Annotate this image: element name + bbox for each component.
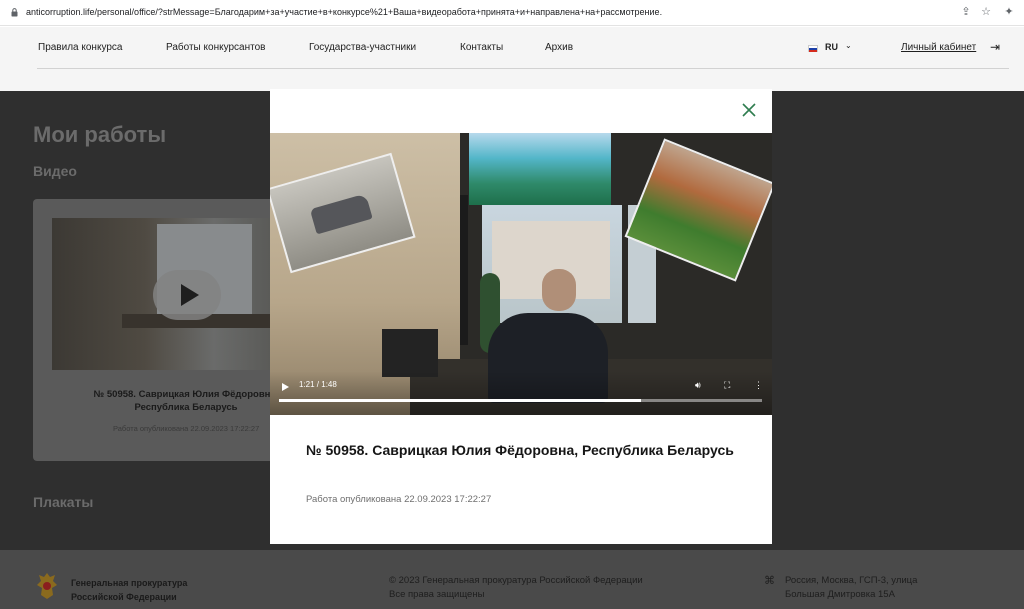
emblem-icon <box>37 573 57 599</box>
video-progress-track[interactable] <box>279 399 762 402</box>
video-thumbnail[interactable] <box>52 218 283 370</box>
footer-org: Генеральная прокуратура Российской Федер… <box>71 576 187 604</box>
posters-section-heading: Плакаты <box>33 494 94 510</box>
star-icon[interactable]: ☆ <box>979 5 993 19</box>
share-icon[interactable]: ⇪ <box>959 5 973 19</box>
lock-icon <box>11 8 18 17</box>
video-frame-binders <box>382 329 438 377</box>
video-progress-fill <box>279 399 642 402</box>
video-photo-lagoon <box>469 133 611 205</box>
modal-publish-date: Работа опубликована 22.09.2023 17:22:27 <box>306 494 492 505</box>
copyright-text: © 2023 Генеральная прокуратура Российско… <box>389 575 643 586</box>
video-card[interactable]: № 50958. Саврицкая Юлия Фёдоровна, Респу… <box>33 199 283 461</box>
video-play-icon[interactable] <box>282 383 289 391</box>
nav-member-states[interactable]: Государства-участники <box>309 42 416 53</box>
browser-address-bar[interactable]: anticorruption.life/personal/office/?str… <box>0 0 1024 26</box>
url-text[interactable]: anticorruption.life/personal/office/?str… <box>26 7 662 17</box>
nav-contestant-works[interactable]: Работы конкурсантов <box>166 42 265 53</box>
site-navigation: Правила конкурса Работы конкурсантов Гос… <box>0 27 1024 91</box>
video-time: 1:21 / 1:48 <box>299 380 337 389</box>
video-frame-person-head <box>542 269 576 311</box>
nav-divider <box>37 68 1009 69</box>
video-player[interactable]: 1:21 / 1:48 🔊︎ ⛶ ⋮ <box>270 133 772 415</box>
footer-copyright: © 2023 Генеральная прокуратура Российско… <box>389 574 643 602</box>
footer-org-line1: Генеральная прокуратура <box>71 578 188 588</box>
chevron-down-icon[interactable]: ⌄ <box>845 41 852 50</box>
nav-rules[interactable]: Правила конкурса <box>38 42 122 53</box>
card-title[interactable]: № 50958. Саврицкая Юлия Фёдоровна, Респу… <box>91 388 281 414</box>
footer-address: Россия, Москва, ГСП-3, улица Большая Дми… <box>785 574 917 602</box>
fullscreen-icon[interactable]: ⛶ <box>724 380 730 391</box>
nav-archive[interactable]: Архив <box>545 42 573 53</box>
footer-org-line2: Российской Федерации <box>71 592 177 602</box>
map-icon: ⌘ <box>764 575 775 587</box>
volume-icon[interactable]: 🔊︎ <box>695 380 701 391</box>
language-selector[interactable]: RU <box>825 42 838 52</box>
footer: Генеральная прокуратура Российской Федер… <box>0 550 1024 609</box>
page-title: Мои работы <box>33 122 167 147</box>
logout-icon[interactable]: ⇥ <box>990 40 1000 54</box>
personal-cabinet-link[interactable]: Личный кабинет <box>901 42 976 53</box>
close-icon[interactable] <box>741 102 757 118</box>
extensions-icon[interactable]: ✦ <box>1002 5 1016 19</box>
rights-text: Все права защищены <box>389 589 485 600</box>
address-line1: Россия, Москва, ГСП-3, улица <box>785 575 918 586</box>
address-line2: Большая Дмитровка 15А <box>785 589 895 600</box>
play-icon <box>181 284 199 306</box>
video-modal: 1:21 / 1:48 🔊︎ ⛶ ⋮ № 50958. Саврицкая Юл… <box>270 89 772 544</box>
modal-work-title: № 50958. Саврицкая Юлия Фёдоровна, Респу… <box>306 442 734 458</box>
video-controls-bar <box>270 371 772 415</box>
nav-contacts[interactable]: Контакты <box>460 42 503 53</box>
card-date: Работа опубликована 22.09.2023 17:22:27 <box>113 424 260 433</box>
video-frame-window-frame <box>460 195 468 345</box>
video-section-heading: Видео <box>33 163 77 179</box>
ru-flag-icon <box>808 45 818 52</box>
more-options-icon[interactable]: ⋮ <box>754 380 763 391</box>
